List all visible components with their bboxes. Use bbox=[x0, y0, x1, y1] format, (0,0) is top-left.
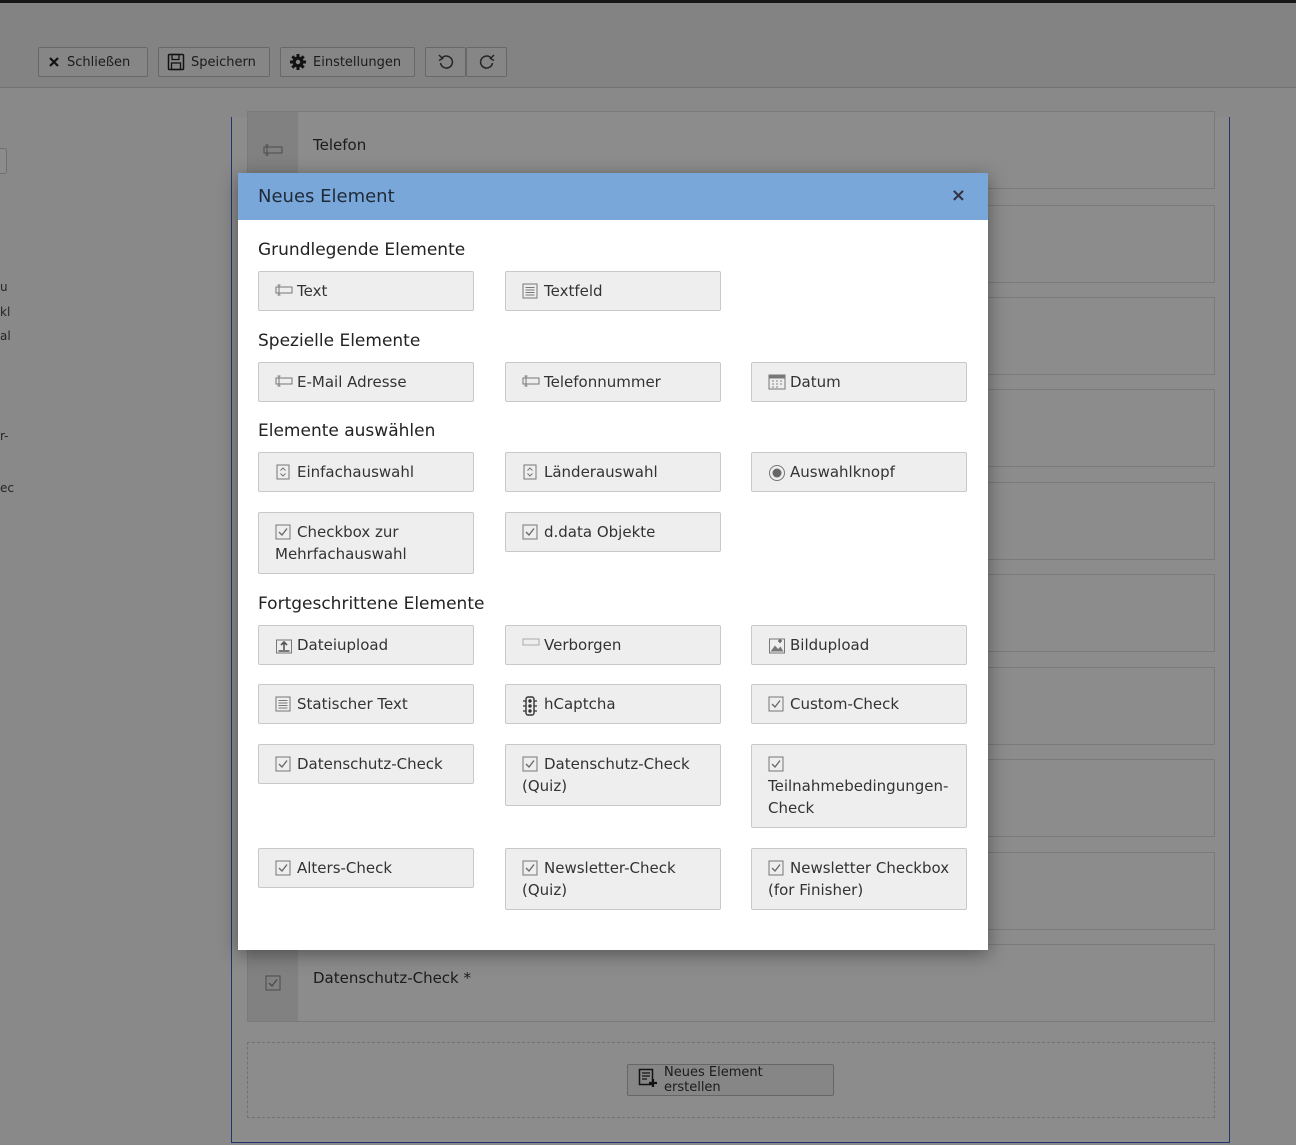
element-type-label: E-Mail Adresse bbox=[297, 373, 407, 391]
element-type-label: Datenschutz-Check (Quiz) bbox=[522, 755, 690, 795]
element-type-button[interactable]: Dateiupload bbox=[258, 625, 474, 665]
checkbox-icon bbox=[522, 860, 540, 876]
element-type-label: Datenschutz-Check bbox=[297, 755, 443, 773]
element-type-label: Newsletter-Check (Quiz) bbox=[522, 859, 676, 899]
element-type-button[interactable]: hCaptcha bbox=[505, 684, 721, 724]
checkbox-icon bbox=[768, 860, 786, 876]
checkbox-icon bbox=[522, 524, 540, 540]
element-type-button[interactable]: Text bbox=[258, 271, 474, 311]
element-type-button[interactable]: Textfeld bbox=[505, 271, 721, 311]
section-heading: Grundlegende Elemente bbox=[258, 240, 466, 260]
new-element-dialog: Neues Element × Grundlegende Elemente Tex… bbox=[238, 173, 988, 950]
element-type-label: Custom-Check bbox=[790, 695, 900, 713]
checkbox-icon bbox=[275, 756, 293, 772]
element-type-button[interactable]: Einfachauswahl bbox=[258, 452, 474, 492]
checkbox-icon bbox=[522, 756, 540, 772]
element-type-button[interactable]: Datum bbox=[751, 362, 967, 402]
checkbox-icon bbox=[275, 524, 293, 540]
element-type-label: d.data Objekte bbox=[544, 523, 656, 541]
traffic-light-icon bbox=[522, 696, 540, 716]
radio-icon bbox=[768, 464, 786, 481]
element-type-button[interactable]: E-Mail Adresse bbox=[258, 362, 474, 402]
element-type-label: Telefonnummer bbox=[544, 373, 661, 391]
element-type-button[interactable]: Newsletter Checkbox (for Finisher) bbox=[751, 848, 967, 910]
section-heading: Fortgeschrittene Elemente bbox=[258, 594, 485, 614]
element-type-label: Auswahlknopf bbox=[790, 463, 895, 481]
element-type-button[interactable]: Datenschutz-Check (Quiz) bbox=[505, 744, 721, 806]
element-type-label: Länderauswahl bbox=[544, 463, 658, 481]
element-type-label: Statischer Text bbox=[297, 695, 408, 713]
section-heading: Spezielle Elemente bbox=[258, 331, 421, 351]
checkbox-icon bbox=[275, 860, 293, 876]
element-type-label: Newsletter Checkbox (for Finisher) bbox=[768, 859, 950, 899]
input-icon bbox=[275, 283, 293, 299]
file-upload-icon bbox=[275, 637, 293, 654]
element-type-button[interactable]: Verborgen bbox=[505, 625, 721, 665]
select-icon bbox=[275, 464, 293, 480]
element-type-button[interactable]: Telefonnummer bbox=[505, 362, 721, 402]
element-type-button[interactable]: Statischer Text bbox=[258, 684, 474, 724]
element-type-label: Alters-Check bbox=[297, 859, 393, 877]
element-type-label: Datum bbox=[790, 373, 841, 391]
image-upload-icon bbox=[768, 637, 786, 654]
element-type-button[interactable]: Teilnahmebedingungen-Check bbox=[751, 744, 967, 828]
element-type-button[interactable]: Datenschutz-Check bbox=[258, 744, 474, 784]
element-type-label: hCaptcha bbox=[544, 695, 616, 713]
element-type-label: Teilnahmebedingungen-Check bbox=[768, 777, 949, 817]
input-icon bbox=[275, 374, 293, 390]
dialog-close-button[interactable]: × bbox=[951, 185, 966, 206]
element-type-label: Dateiupload bbox=[297, 636, 389, 654]
element-type-button[interactable]: Custom-Check bbox=[751, 684, 967, 724]
checkbox-icon bbox=[768, 696, 786, 712]
checkbox-icon bbox=[768, 756, 786, 772]
element-type-label: Bildupload bbox=[790, 636, 870, 654]
element-type-button[interactable]: Alters-Check bbox=[258, 848, 474, 888]
element-type-label: Einfachauswahl bbox=[297, 463, 415, 481]
element-type-button[interactable]: Newsletter-Check (Quiz) bbox=[505, 848, 721, 910]
element-type-label: Checkbox zur Mehrfachauswahl bbox=[275, 523, 407, 563]
section-heading: Elemente auswählen bbox=[258, 421, 436, 441]
select-icon bbox=[522, 464, 540, 480]
calendar-icon bbox=[768, 374, 786, 390]
element-type-button[interactable]: Auswahlknopf bbox=[751, 452, 967, 492]
hidden-field-icon bbox=[522, 637, 540, 653]
element-type-button[interactable]: Checkbox zur Mehrfachauswahl bbox=[258, 512, 474, 574]
input-icon bbox=[522, 374, 540, 390]
textarea-icon bbox=[522, 283, 540, 299]
textarea-icon bbox=[275, 696, 293, 712]
dialog-header: Neues Element × bbox=[238, 173, 988, 220]
element-type-label: Text bbox=[297, 282, 328, 300]
element-type-label: Verborgen bbox=[544, 636, 622, 654]
element-type-button[interactable]: Länderauswahl bbox=[505, 452, 721, 492]
element-type-button[interactable]: Bildupload bbox=[751, 625, 967, 665]
dialog-title: Neues Element bbox=[258, 186, 395, 207]
element-type-label: Textfeld bbox=[544, 282, 603, 300]
element-type-button[interactable]: d.data Objekte bbox=[505, 512, 721, 552]
